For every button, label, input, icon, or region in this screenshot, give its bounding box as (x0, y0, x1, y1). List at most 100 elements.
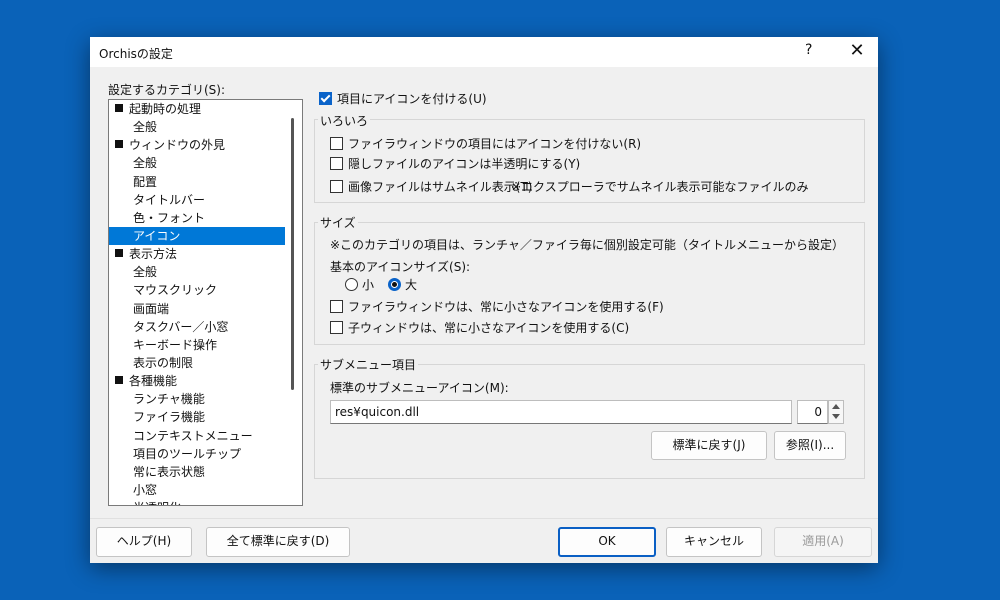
settings-dialog: Orchisの設定 ? ✕ 設定するカテゴリ(S): 起動時の処理 全般 ウィンドウ… (90, 37, 878, 563)
category-group[interactable]: ウィンドウの外見 (109, 136, 285, 154)
category-item[interactable]: 全般 (109, 154, 285, 172)
category-label-text: ウィンドウの外見 (129, 138, 226, 153)
collapse-square-icon[interactable] (115, 249, 123, 258)
category-label-text: 全般 (133, 156, 158, 171)
submenu-index-input[interactable]: 0 (797, 400, 828, 424)
thumbnail-row[interactable]: 画像ファイルはサムネイル表示(T) (330, 178, 532, 195)
radio-icon-selected[interactable] (388, 278, 401, 291)
category-label-text: 起動時の処理 (129, 102, 202, 116)
collapse-square-icon[interactable] (115, 376, 123, 385)
category-label-text: 配置 (133, 174, 158, 189)
spin-down-icon[interactable] (832, 414, 840, 419)
category-item[interactable]: 全般 (109, 118, 285, 136)
category-label-text: 全般 (133, 120, 158, 135)
help-icon[interactable]: ? (805, 42, 812, 58)
browse-button[interactable]: 参照(I)... (774, 431, 846, 460)
category-label-text: 表示の制限 (133, 355, 194, 370)
hidden-translucent-row[interactable]: 隠しファイルのアイコンは半透明にする(Y) (330, 155, 580, 172)
submenu-path-value: res¥quicon.dll (335, 405, 420, 419)
category-item[interactable]: コンテキストメニュー (109, 427, 285, 445)
category-label-text: 画面端 (133, 301, 170, 316)
basic-size-label: 基本のアイコンサイズ(S): (330, 260, 471, 274)
category-label-text: 項目のツールチップ (133, 446, 242, 461)
help-button[interactable]: ヘルプ(H) (96, 527, 192, 557)
category-label-text: マウスクリック (133, 283, 218, 298)
category-label-text: 表示方法 (129, 247, 178, 262)
category-tree[interactable]: 起動時の処理 全般 ウィンドウの外見 全般 配置 タイトルバー 色・フォント アイコン 表示方法… (108, 99, 303, 506)
category-item[interactable]: 配置 (109, 173, 285, 191)
category-label-text: 半透明化 (133, 501, 181, 505)
category-item[interactable]: 半透明化 (109, 499, 285, 505)
ok-button[interactable]: OK (558, 527, 656, 557)
category-item[interactable]: アイコン (109, 226, 285, 246)
category-item[interactable]: キーボード操作 (109, 336, 285, 354)
radio-small-label: 小 (362, 278, 375, 292)
category-label-text: キーボード操作 (133, 337, 218, 352)
category-group[interactable]: 起動時の処理 (109, 100, 285, 118)
checkbox-icon[interactable] (330, 321, 343, 334)
category-label-text: 各種機能 (129, 374, 178, 389)
submenu-index-value: 0 (814, 405, 822, 419)
radio-large-row[interactable]: 大 (388, 276, 417, 293)
category-group[interactable]: 表示方法 (109, 245, 285, 263)
reset-submenu-button[interactable]: 標準に戻す(J) (651, 431, 767, 460)
size-group-title: サイズ (318, 214, 358, 231)
collapse-square-icon[interactable] (115, 104, 123, 112)
filer-small-label: ファイラウィンドウは、常に小さなアイコンを使用する(F) (348, 300, 664, 314)
child-small-label: 子ウィンドウは、常に小さなアイコンを使用する(C) (348, 321, 630, 335)
category-item[interactable]: タイトルバー (109, 191, 285, 209)
category-label-text: 常に表示状態 (133, 464, 206, 479)
submenu-group-title: サブメニュー項目 (318, 356, 419, 373)
category-label-text: 色・フォント (133, 210, 206, 225)
category-label-text: 全般 (133, 265, 158, 280)
hidden-translucent-label: 隠しファイルのアイコンは半透明にする(Y) (348, 157, 581, 171)
dialog-title: Orchisの設定 (99, 47, 173, 61)
category-item[interactable]: 画面端 (109, 300, 285, 318)
title-bar: Orchisの設定 ? ✕ (90, 37, 878, 67)
category-item[interactable]: ファイラ機能 (109, 408, 285, 426)
icon-enable-label: 項目にアイコンを付ける(U) (337, 92, 487, 106)
no-icon-label: ファイラウィンドウの項目にはアイコンを付けない(R) (348, 137, 642, 151)
category-item[interactable]: 常に表示状態 (109, 463, 285, 481)
category-label-text: タスクバー／小窓 (133, 319, 229, 334)
child-small-row[interactable]: 子ウィンドウは、常に小さなアイコンを使用する(C) (330, 319, 629, 336)
thumbnail-note: ※エクスプローラでサムネイル表示可能なファイルのみ (511, 180, 809, 194)
scrollbar-thumb[interactable] (291, 118, 294, 390)
checkbox-icon[interactable] (330, 137, 343, 150)
cancel-button[interactable]: キャンセル (666, 527, 762, 557)
category-item[interactable]: 全般 (109, 263, 285, 281)
misc-group-title: いろいろ (318, 112, 371, 129)
category-label-text: アイコン (133, 228, 181, 243)
reset-all-button[interactable]: 全て標準に戻す(D) (206, 527, 350, 557)
tree-scrollbar[interactable] (285, 100, 302, 505)
category-group[interactable]: 各種機能 (109, 372, 285, 390)
category-label-text: ファイラ機能 (133, 410, 206, 425)
category-label-text: 小窓 (133, 482, 158, 497)
category-list: 起動時の処理 全般 ウィンドウの外見 全般 配置 タイトルバー 色・フォント アイコン 表示方法… (109, 100, 285, 505)
submenu-path-input[interactable]: res¥quicon.dll (330, 400, 792, 424)
index-spinner[interactable] (828, 400, 844, 424)
filer-small-row[interactable]: ファイラウィンドウは、常に小さなアイコンを使用する(F) (330, 298, 664, 315)
category-item[interactable]: ランチャ機能 (109, 390, 285, 408)
category-item[interactable]: 表示の制限 (109, 354, 285, 372)
radio-icon[interactable] (345, 278, 358, 291)
checkbox-icon[interactable] (330, 157, 343, 170)
category-label-text: コンテキストメニュー (133, 428, 253, 443)
icon-enable-row[interactable]: 項目にアイコンを付ける(U) (319, 90, 487, 107)
checkbox-icon[interactable] (319, 92, 332, 105)
checkbox-icon[interactable] (330, 300, 343, 313)
category-item[interactable]: 小窓 (109, 481, 285, 499)
apply-button[interactable]: 適用(A) (774, 527, 872, 557)
category-item[interactable]: 項目のツールチップ (109, 445, 285, 463)
spin-up-icon[interactable] (832, 404, 840, 409)
category-label-text: ランチャ機能 (133, 392, 205, 407)
category-item[interactable]: タスクバー／小窓 (109, 318, 285, 336)
no-icon-row[interactable]: ファイラウィンドウの項目にはアイコンを付けない(R) (330, 135, 641, 152)
radio-small-row[interactable]: 小 (345, 276, 374, 293)
category-item[interactable]: マウスクリック (109, 281, 285, 299)
close-icon[interactable]: ✕ (842, 40, 872, 64)
category-item[interactable]: 色・フォント (109, 209, 285, 227)
checkbox-icon[interactable] (330, 180, 343, 193)
category-label-text: タイトルバー (133, 192, 206, 207)
collapse-square-icon[interactable] (115, 140, 123, 149)
